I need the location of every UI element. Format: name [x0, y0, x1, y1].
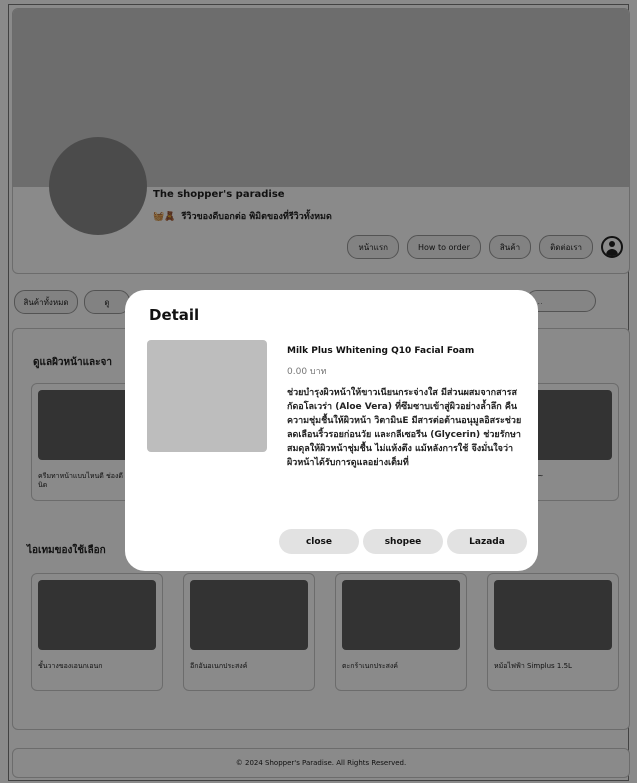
modal-product-description: ช่วยบำรุงผิวหน้าให้ขาวเนียนกระจ่างใส มีส…	[287, 388, 522, 468]
product-detail-modal: Detail Milk Plus Whitening Q10 Facial Fo…	[125, 290, 538, 571]
close-button[interactable]: close	[279, 529, 359, 554]
modal-title: Detail	[149, 306, 200, 324]
shopee-button[interactable]: shopee	[363, 529, 443, 554]
modal-product-name: Milk Plus Whitening Q10 Facial Foam	[287, 346, 475, 356]
lazada-button[interactable]: Lazada	[447, 529, 527, 554]
modal-product-image	[147, 340, 267, 452]
modal-product-price: 0.00 บาท	[287, 367, 327, 377]
